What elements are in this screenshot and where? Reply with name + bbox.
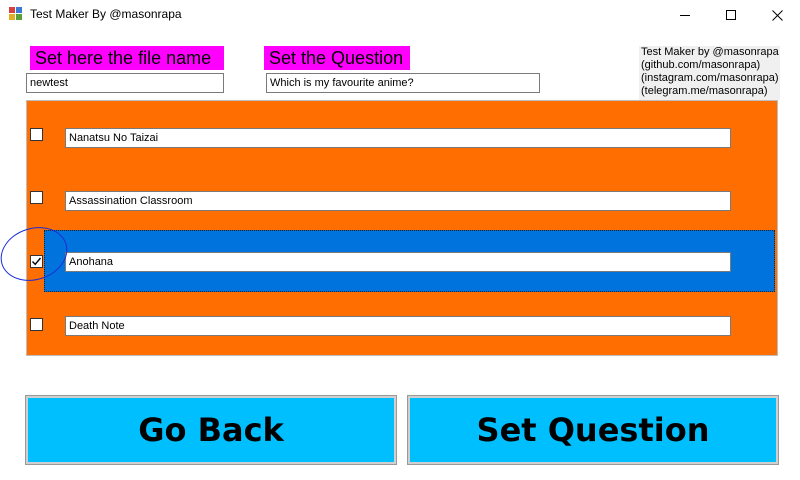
answers-panel <box>26 100 778 356</box>
answer-row <box>27 294 777 356</box>
answer-checkbox[interactable] <box>30 318 43 331</box>
close-button[interactable] <box>754 0 800 30</box>
go-back-button[interactable]: Go Back <box>25 395 397 465</box>
file-name-input[interactable] <box>26 73 224 93</box>
credits-line: (telegram.me/masonrapa) <box>641 85 768 97</box>
answer-row <box>27 169 777 231</box>
maximize-button[interactable] <box>708 0 754 30</box>
answer-checkbox[interactable] <box>30 128 43 141</box>
answer-input[interactable] <box>65 252 731 272</box>
credits-line: Test Maker by @masonrapa <box>641 46 779 58</box>
question-input[interactable] <box>266 73 540 93</box>
window-title: Test Maker By @masonrapa <box>30 7 182 21</box>
minimize-button[interactable] <box>662 0 708 30</box>
minimize-icon <box>680 14 690 16</box>
question-label: Set the Question <box>264 46 410 70</box>
set-question-button[interactable]: Set Question <box>407 395 779 465</box>
answer-row-selected <box>27 230 777 292</box>
checkmark-icon <box>31 257 42 266</box>
close-icon <box>771 9 783 21</box>
answer-input[interactable] <box>65 316 731 336</box>
title-bar: Test Maker By @masonrapa <box>0 0 800 30</box>
answer-input[interactable] <box>65 128 731 148</box>
credits-line: (github.com/masonrapa) <box>641 59 761 71</box>
app-icon <box>9 7 23 21</box>
file-name-label: Set here the file name <box>30 46 224 70</box>
answer-checkbox[interactable] <box>30 255 43 268</box>
maximize-icon <box>726 10 736 20</box>
answer-row <box>27 106 777 168</box>
answer-input[interactable] <box>65 191 731 211</box>
answer-checkbox[interactable] <box>30 191 43 204</box>
credits-text: Test Maker by @masonrapa (github.com/mas… <box>639 46 780 100</box>
credits-line: (instagram.com/masonrapa) <box>641 72 779 84</box>
